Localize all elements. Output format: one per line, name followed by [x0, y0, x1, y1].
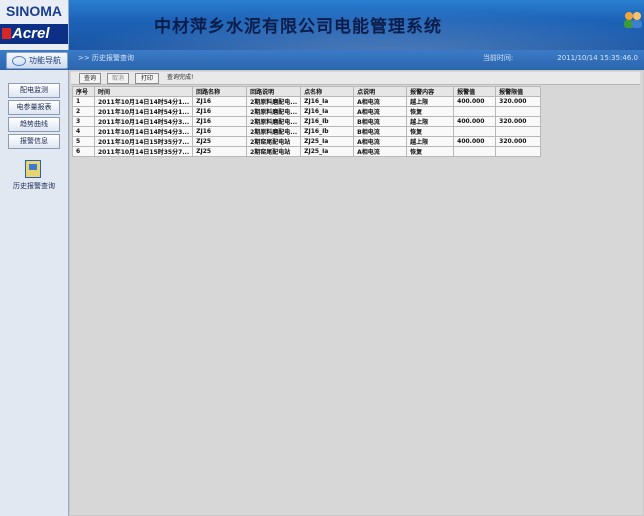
- sidebar-item-power-monitor[interactable]: 配电监测: [8, 83, 60, 98]
- col-header[interactable]: 报警内容: [406, 86, 455, 97]
- table-cell: [495, 126, 542, 137]
- sidebar-item-alarm-info[interactable]: 报警信息: [8, 134, 60, 149]
- app-header: SINOMA Acrel 中材萍乡水泥有限公司电能管理系统: [0, 0, 644, 50]
- table-cell: 2011年10月14日15时35分7...: [93, 136, 194, 147]
- table-cell: ZJ16_Ib: [300, 116, 355, 127]
- query-button[interactable]: 查询: [79, 73, 101, 84]
- table-cell: 320.000: [495, 116, 542, 127]
- table-cell: 越上限: [406, 116, 455, 127]
- table-cell: 400.000: [453, 136, 497, 147]
- col-header[interactable]: 回路说明: [246, 86, 302, 97]
- table-cell: B相电流: [353, 116, 408, 127]
- nav-tab-function[interactable]: 功能导航: [6, 52, 68, 69]
- table-cell: ZJ16_Ia: [300, 96, 355, 107]
- table-cell: ZJ25: [192, 136, 248, 147]
- breadcrumb: >> 历史报警查询: [78, 54, 134, 62]
- toolbar: 查询 取消 打印 查询完成!: [71, 72, 640, 85]
- table-row[interactable]: 4 2011年10月14日14时54分3... ZJ16 2期原料磨配电... ZJ16…: [72, 126, 542, 137]
- table-cell: 2期窑尾配电站: [246, 146, 302, 157]
- history-alarm-icon[interactable]: [25, 160, 41, 178]
- table-cell: 320.000: [495, 136, 542, 147]
- table-cell: 1: [72, 96, 95, 107]
- table-cell: 越上限: [406, 96, 455, 107]
- table-cell: 恢复: [406, 106, 455, 117]
- table-cell: 320.000: [495, 96, 542, 107]
- table-cell: 2011年10月14日14时54分3...: [93, 116, 194, 127]
- table-cell: 越上限: [406, 136, 455, 147]
- table-cell: ZJ16: [192, 106, 248, 117]
- current-time-value: 2011/10/14 15:35:46.0: [557, 54, 638, 62]
- col-header[interactable]: 回路名称: [192, 86, 248, 97]
- table-cell: 2期原料磨配电...: [246, 106, 302, 117]
- app-title: 中材萍乡水泥有限公司电能管理系统: [154, 17, 442, 37]
- table-cell: 恢复: [406, 146, 455, 157]
- table-cell: ZJ16_Ia: [300, 106, 355, 117]
- table-cell: 恢复: [406, 126, 455, 137]
- col-header[interactable]: 时间: [93, 86, 194, 97]
- users-icon[interactable]: [622, 10, 644, 30]
- col-header[interactable]: 点名称: [300, 86, 355, 97]
- table-cell: ZJ25: [192, 146, 248, 157]
- table-cell: ZJ25_Ia: [300, 146, 355, 157]
- table-cell: 2011年10月14日14时54分3...: [93, 126, 194, 137]
- table-cell: ZJ16: [192, 96, 248, 107]
- table-cell: [495, 146, 542, 157]
- table-cell: 400.000: [453, 116, 497, 127]
- sidebar-item-trend-curve[interactable]: 趋势曲线: [8, 117, 60, 132]
- table-cell: 3: [72, 116, 95, 127]
- table-cell: [453, 106, 497, 117]
- acrel-logo-mark: [2, 28, 11, 39]
- table-cell: 2期原料磨配电...: [246, 116, 302, 127]
- table-cell: 2期窑尾配电站: [246, 136, 302, 147]
- table-row[interactable]: 6 2011年10月14日15时35分7... ZJ25 2期窑尾配电站 ZJ25_Ia…: [72, 146, 542, 157]
- table-cell: ZJ16: [192, 116, 248, 127]
- acrel-logo: Acrel: [0, 24, 68, 44]
- table-row[interactable]: 1 2011年10月14日14时54分1... ZJ16 2期原料磨配电... ZJ16…: [72, 96, 542, 107]
- col-header[interactable]: 点说明: [353, 86, 408, 97]
- nav-tab-label: 功能导航: [29, 56, 61, 65]
- table-cell: 2011年10月14日14时54分1...: [93, 96, 194, 107]
- sidebar: 配电监测 电参量报表 趋势曲线 报警信息 历史报警查询: [0, 70, 69, 516]
- table-cell: ZJ16_Ib: [300, 126, 355, 137]
- table-cell: [453, 126, 497, 137]
- table-cell: A相电流: [353, 96, 408, 107]
- history-alarm-label[interactable]: 历史报警查询: [2, 181, 66, 191]
- table-cell: A相电流: [353, 136, 408, 147]
- col-header[interactable]: 报警限值: [495, 86, 542, 97]
- col-header[interactable]: 报警值: [453, 86, 497, 97]
- table-cell: 4: [72, 126, 95, 137]
- table-cell: 2期原料磨配电...: [246, 126, 302, 137]
- current-time-label: 当前时间:: [482, 54, 514, 62]
- col-header[interactable]: 序号: [72, 86, 95, 97]
- table-cell: 400.000: [453, 96, 497, 107]
- sinoma-logo: SINOMA: [6, 3, 62, 19]
- table-cell: 6: [72, 146, 95, 157]
- table-cell: A相电流: [353, 146, 408, 157]
- table-cell: B相电流: [353, 126, 408, 137]
- table-cell: 5: [72, 136, 95, 147]
- table-cell: ZJ25_Ia: [300, 136, 355, 147]
- table-cell: [453, 146, 497, 157]
- table-cell: 2期原料磨配电...: [246, 96, 302, 107]
- nav-cloud-icon: [12, 56, 26, 66]
- table-cell: 2: [72, 106, 95, 117]
- table-cell: 2011年10月14日15时35分7...: [93, 146, 194, 157]
- cancel-button[interactable]: 取消: [107, 73, 129, 84]
- main-panel: 查询 取消 打印 查询完成! 序号 时间 回路名称 回路说明 点名称 点说明 报…: [69, 70, 644, 516]
- table-row[interactable]: 2 2011年10月14日14时54分1... ZJ16 2期原料磨配电... ZJ16…: [72, 106, 542, 117]
- current-time: 当前时间: 2011/10/14 15:35:46.0: [483, 53, 638, 63]
- sidebar-item-param-report[interactable]: 电参量报表: [8, 100, 60, 115]
- print-button[interactable]: 打印: [135, 73, 159, 84]
- table-row[interactable]: 3 2011年10月14日14时54分3... ZJ16 2期原料磨配电... ZJ16…: [72, 116, 542, 127]
- logo-area: SINOMA Acrel: [0, 0, 69, 50]
- table-cell: 2011年10月14日14时54分1...: [93, 106, 194, 117]
- table-cell: [495, 106, 542, 117]
- status-message: 查询完成!: [167, 74, 194, 81]
- table-row[interactable]: 5 2011年10月14日15时35分7... ZJ25 2期窑尾配电站 ZJ25_Ia…: [72, 136, 542, 147]
- acrel-logo-text: Acrel: [12, 25, 50, 42]
- alarm-table: 序号 时间 回路名称 回路说明 点名称 点说明 报警内容 报警值 报警限值 12…: [72, 86, 542, 157]
- table-header-row: 序号 时间 回路名称 回路说明 点名称 点说明 报警内容 报警值 报警限值: [72, 86, 542, 97]
- table-cell: A相电流: [353, 106, 408, 117]
- table-cell: ZJ16: [192, 126, 248, 137]
